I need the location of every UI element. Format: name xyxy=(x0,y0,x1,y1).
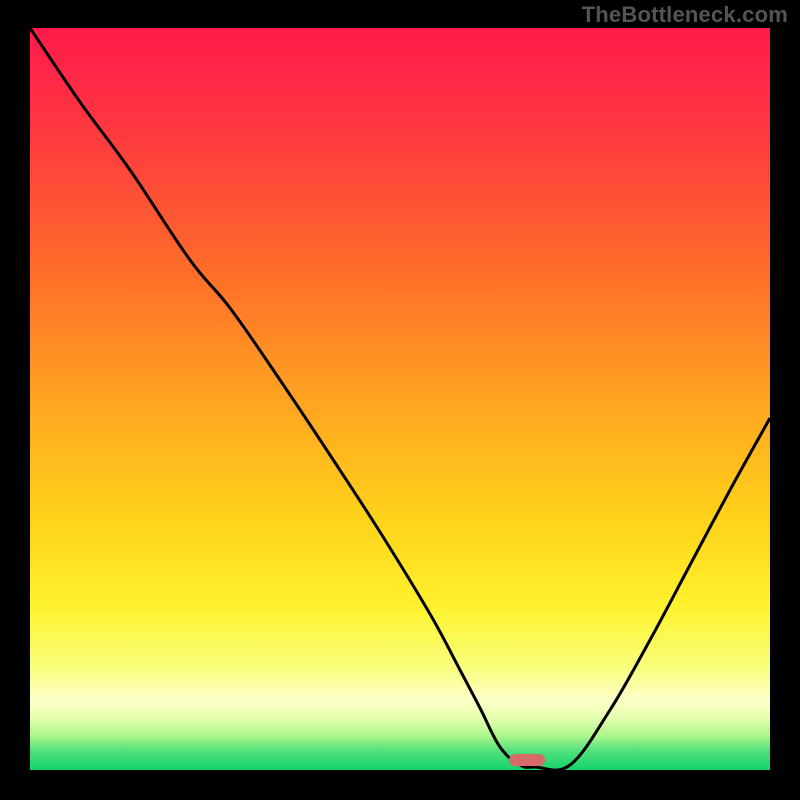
chart-container: TheBottleneck.com xyxy=(0,0,800,800)
curve-path xyxy=(30,28,770,770)
bottleneck-curve xyxy=(30,28,770,770)
watermark-text: TheBottleneck.com xyxy=(582,2,788,28)
plot-area xyxy=(30,28,770,770)
optimal-marker xyxy=(509,754,545,766)
